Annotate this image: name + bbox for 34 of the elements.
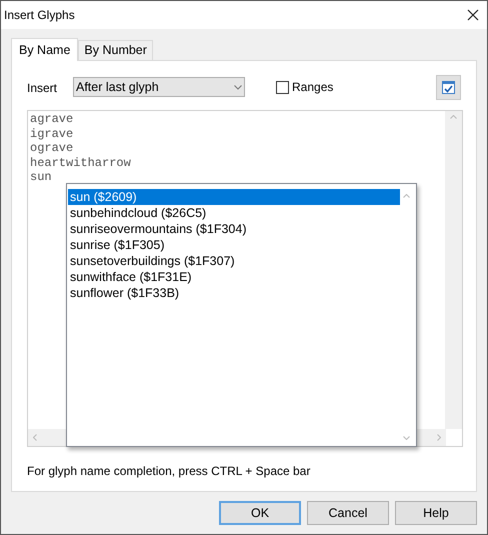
completion-item[interactable]: sunriseovermountains ($1F304) xyxy=(68,221,400,237)
dialog-button[interactable]: Help xyxy=(395,501,477,525)
vertical-scrollbar[interactable] xyxy=(445,111,462,429)
completion-item[interactable]: sunsetoverbuildings ($1F307) xyxy=(68,253,400,269)
insert-dropdown[interactable]: After last glyph xyxy=(73,77,245,97)
options-button[interactable] xyxy=(436,74,461,100)
tab[interactable]: By Name xyxy=(11,38,78,61)
close-icon[interactable] xyxy=(467,9,479,21)
text-line: ograve xyxy=(30,141,74,156)
text-line: sun xyxy=(30,170,52,184)
scroll-left-icon[interactable] xyxy=(33,434,37,441)
scroll-up-icon[interactable] xyxy=(403,194,410,198)
dialog-button[interactable]: Cancel xyxy=(307,501,389,525)
window-title: Insert Glyphs xyxy=(4,7,75,24)
ranges-label: Ranges xyxy=(292,79,334,96)
completion-item[interactable]: sunwithface ($1F31E) xyxy=(68,269,400,285)
chevron-down-icon xyxy=(234,84,242,90)
ranges-checkbox[interactable] xyxy=(276,80,289,94)
text-line: igrave xyxy=(30,126,74,141)
text-line: agrave xyxy=(30,112,74,126)
scroll-down-icon[interactable] xyxy=(403,436,410,440)
hint-text: For glyph name completion, press CTRL + Space bar xyxy=(27,463,310,480)
tab[interactable]: By Number xyxy=(78,40,153,60)
insert-label: Insert xyxy=(27,80,58,97)
completion-item[interactable]: sun ($2609) xyxy=(68,189,400,205)
completion-item[interactable]: sunflower ($1F33B) xyxy=(68,285,400,301)
scroll-up-icon[interactable] xyxy=(450,115,457,119)
checked-window-icon xyxy=(442,80,455,94)
completion-item[interactable]: sunrise ($1F305) xyxy=(68,237,400,253)
completion-item[interactable]: sunbehindcloud ($26C5) xyxy=(68,205,400,221)
scroll-right-icon[interactable] xyxy=(437,434,441,441)
glyph-text-area[interactable]: agrave igrave ograve heartwitharrow sun sun ($2609) sunbehindcloud ($26C5) sunriseovermountains ($1F304) sunrise ($1F305) sunsetoverbuildings ($1F307) sunwithface ($1F31E) sunflower ($1F33B) xyxy=(27,110,463,447)
text-line: heartwitharrow xyxy=(30,156,131,170)
dialog-button[interactable]: OK xyxy=(219,501,301,525)
